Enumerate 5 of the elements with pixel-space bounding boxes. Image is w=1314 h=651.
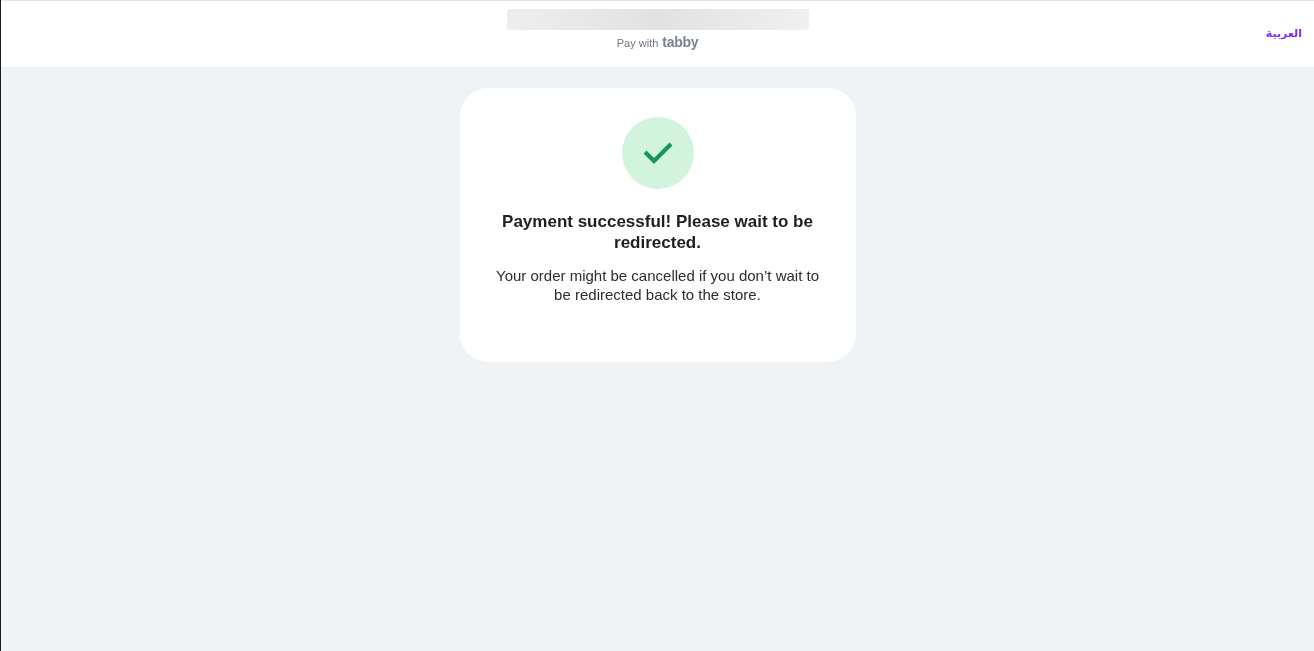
status-title: Payment successful! Please wait to be redirected. xyxy=(501,211,814,253)
status-message: Your order might be cancelled if you don’t wait to be redirected back to the store. xyxy=(495,266,820,304)
pay-with-label: Pay with xyxy=(616,36,659,51)
brand-logo: tabby xyxy=(662,35,699,49)
language-link[interactable]: العربية xyxy=(1265,25,1302,43)
